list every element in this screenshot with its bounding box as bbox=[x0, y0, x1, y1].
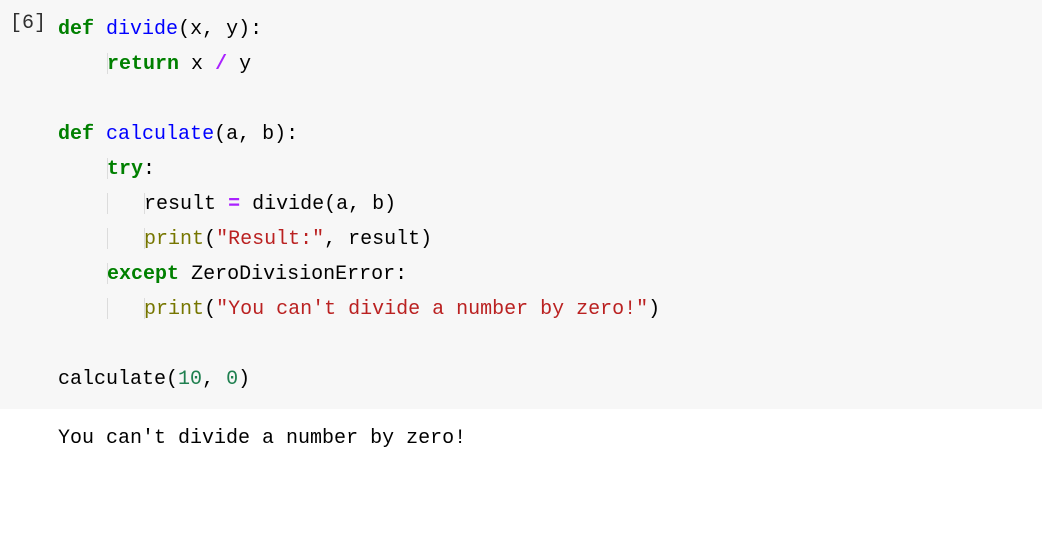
kw-def: def bbox=[58, 123, 94, 146]
output-area: You can't divide a number by zero! bbox=[54, 417, 1042, 461]
kw-def: def bbox=[58, 18, 94, 41]
kw-try: try bbox=[107, 158, 143, 181]
op-eq: = bbox=[228, 193, 240, 216]
stmt-result: result bbox=[144, 193, 228, 216]
comma: , bbox=[202, 18, 226, 41]
prompt-label: [6] bbox=[10, 12, 46, 35]
code-area[interactable]: def divide(x, y): return x / y def calcu… bbox=[54, 0, 1042, 409]
comma: , bbox=[238, 123, 262, 146]
paren-close: ): bbox=[274, 123, 298, 146]
colon: : bbox=[395, 263, 407, 286]
output-text: You can't divide a number by zero! bbox=[58, 427, 466, 450]
paren-close: ) bbox=[648, 298, 660, 321]
indent-guide bbox=[107, 298, 108, 319]
paren-close: ) bbox=[238, 368, 250, 391]
paren-open: ( bbox=[178, 18, 190, 41]
indent-guide bbox=[107, 228, 108, 249]
builtin-print: print bbox=[144, 298, 204, 321]
expr-x: x bbox=[179, 53, 215, 76]
paren-open: ( bbox=[204, 298, 216, 321]
paren-open: ( bbox=[214, 123, 226, 146]
indent-guide bbox=[107, 193, 108, 214]
call-calculate: calculate( bbox=[58, 368, 178, 391]
op-div: / bbox=[215, 53, 227, 76]
paren-close: ): bbox=[238, 18, 262, 41]
paren-open: ( bbox=[204, 228, 216, 251]
kw-except: except bbox=[107, 263, 179, 286]
exc-zerodiv: ZeroDivisionError bbox=[191, 263, 395, 286]
arg-b: b bbox=[262, 123, 274, 146]
expr-y: y bbox=[227, 53, 251, 76]
num-0: 0 bbox=[226, 368, 238, 391]
output-cell: [6] You can't divide a number by zero! bbox=[0, 417, 1042, 461]
num-10: 10 bbox=[178, 368, 202, 391]
builtin-print: print bbox=[144, 228, 204, 251]
fn-divide: divide bbox=[106, 18, 178, 41]
arg-y: y bbox=[226, 18, 238, 41]
space bbox=[179, 263, 191, 286]
str-result: "Result:" bbox=[216, 228, 324, 251]
stmt-divide-call: divide(a, b) bbox=[240, 193, 396, 216]
fn-calculate: calculate bbox=[106, 123, 214, 146]
str-zero: "You can't divide a number by zero!" bbox=[216, 298, 648, 321]
arg-a: a bbox=[226, 123, 238, 146]
colon: : bbox=[143, 158, 155, 181]
arg-x: x bbox=[190, 18, 202, 41]
cell-prompt: [6] bbox=[0, 0, 54, 47]
print-rest: , result) bbox=[324, 228, 432, 251]
comma: , bbox=[202, 368, 226, 391]
code-cell: [6] def divide(x, y): return x / y def c… bbox=[0, 0, 1042, 409]
kw-return: return bbox=[107, 53, 179, 76]
